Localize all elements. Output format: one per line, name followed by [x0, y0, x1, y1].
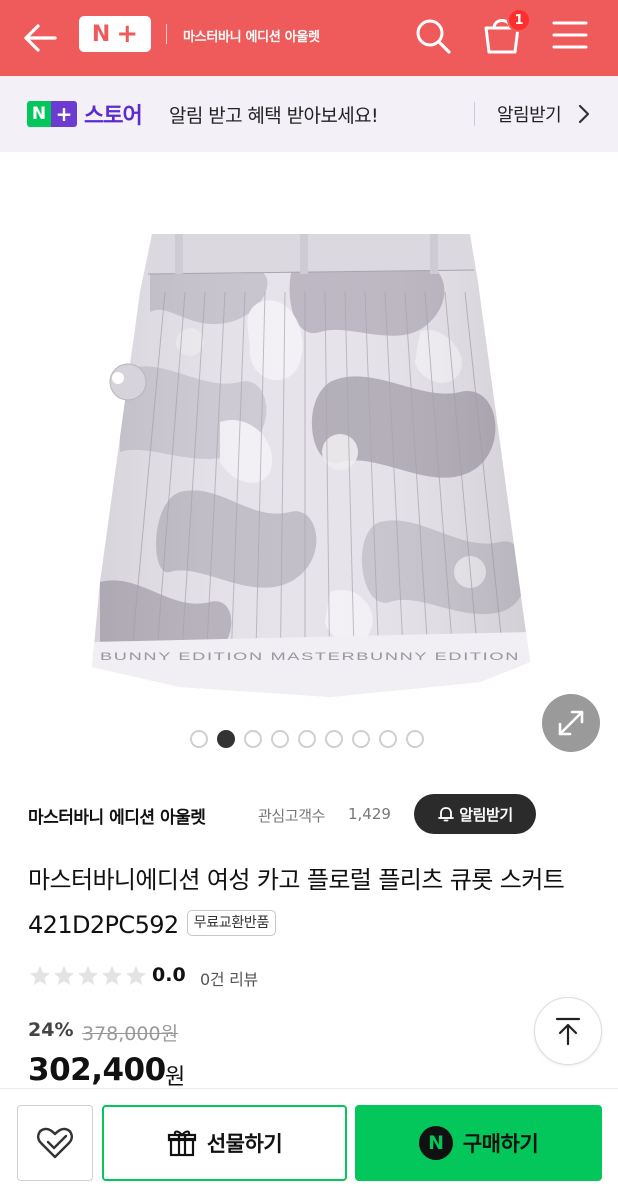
search-button[interactable]: [413, 16, 453, 56]
store-alarm-button[interactable]: 알림받기: [414, 794, 536, 834]
product-image: BUNNY EDITION MASTERBUNNY EDITION: [92, 234, 530, 697]
naver-pay-icon: N: [418, 1126, 453, 1160]
gallery-dot-5[interactable]: [298, 730, 316, 748]
review-count-link[interactable]: 0건 리뷰: [200, 966, 258, 990]
gift-icon: [167, 1130, 196, 1157]
store-alarm-label: 알림받기: [459, 805, 513, 824]
wishlist-button[interactable]: [17, 1105, 93, 1181]
rating-value: 0.0: [152, 964, 186, 986]
star-icon: [54, 966, 74, 985]
gallery-dot-3[interactable]: [244, 730, 262, 748]
banner-logo-plus: +: [51, 101, 77, 127]
interest-customers-label: 관심고객수: [258, 807, 326, 825]
arrow-up-to-top-icon: [555, 1017, 581, 1046]
star-icon: [102, 966, 122, 985]
gallery-dot-9[interactable]: [406, 730, 424, 748]
heart-check-icon: [37, 1127, 73, 1159]
banner-subscribe-link[interactable]: 알림받기: [497, 101, 562, 127]
header-store-title[interactable]: 마스터바니 에디션 아울렛: [183, 26, 320, 45]
currency-unit: 원: [165, 1065, 186, 1090]
sale-price: 302,400: [28, 1052, 166, 1088]
original-price: 378,000원: [82, 1023, 179, 1045]
buy-button[interactable]: N 구매하기: [355, 1105, 602, 1181]
expand-arrows-icon: [558, 710, 584, 736]
gallery-dot-6[interactable]: [325, 730, 343, 748]
logo-plus: +: [116, 19, 139, 49]
back-button[interactable]: [20, 18, 60, 58]
gallery-dot-1[interactable]: [190, 730, 208, 748]
scroll-to-top-button[interactable]: [534, 997, 602, 1065]
search-icon: [416, 19, 451, 54]
header-divider: [166, 24, 167, 44]
discount-rate: 24%: [28, 1019, 74, 1041]
interest-customers-count: 1,429: [348, 805, 391, 823]
naver-plus-store-logo: N +: [27, 101, 77, 127]
gallery-dot-7[interactable]: [352, 730, 370, 748]
banner-divider: [474, 102, 475, 126]
arrow-left-icon: [24, 24, 57, 52]
banner-logo-n: N: [27, 101, 51, 127]
menu-button[interactable]: [551, 17, 589, 53]
naver-plus-logo[interactable]: N +: [79, 16, 151, 52]
banner-message: 알림 받고 혜택 받아보세요!: [169, 105, 379, 127]
banner-store-label: 스토어: [84, 104, 143, 129]
hem-text: BUNNY EDITION MASTERBUNNY EDITION: [100, 651, 520, 663]
expand-image-button[interactable]: [542, 694, 600, 752]
free-return-tag: 무료교환반품: [186, 910, 277, 936]
chevron-right-icon: [578, 104, 590, 124]
buy-button-label: 구매하기: [462, 1132, 539, 1156]
logo-n: N: [91, 21, 111, 47]
gallery-dot-8[interactable]: [379, 730, 397, 748]
product-image-gallery[interactable]: BUNNY EDITION MASTERBUNNY EDITION: [0, 152, 618, 762]
cart-count-badge: 1: [507, 8, 531, 32]
gift-button-label: 선물하기: [206, 1132, 283, 1156]
star-icon: [126, 966, 146, 985]
gift-button[interactable]: 선물하기: [102, 1105, 347, 1181]
star-icon: [78, 966, 98, 985]
rating-stars: [28, 964, 148, 988]
product-title: 마스터바니에디션 여성 카고 플로럴 플리츠 큐롯 스커트 421D2PC592…: [28, 858, 588, 948]
gallery-dot-2-active[interactable]: [217, 730, 235, 748]
hamburger-menu-icon: [552, 21, 588, 49]
star-icon: [30, 966, 50, 985]
store-name-link[interactable]: 마스터바니 에디션 아울렛: [28, 803, 206, 828]
gallery-pagination[interactable]: [190, 730, 424, 748]
product-title-text: 마스터바니에디션 여성 카고 플로럴 플리츠 큐롯 스커트 421D2PC592: [28, 866, 565, 939]
bell-plus-icon: [438, 807, 455, 822]
gallery-dot-4[interactable]: [271, 730, 289, 748]
